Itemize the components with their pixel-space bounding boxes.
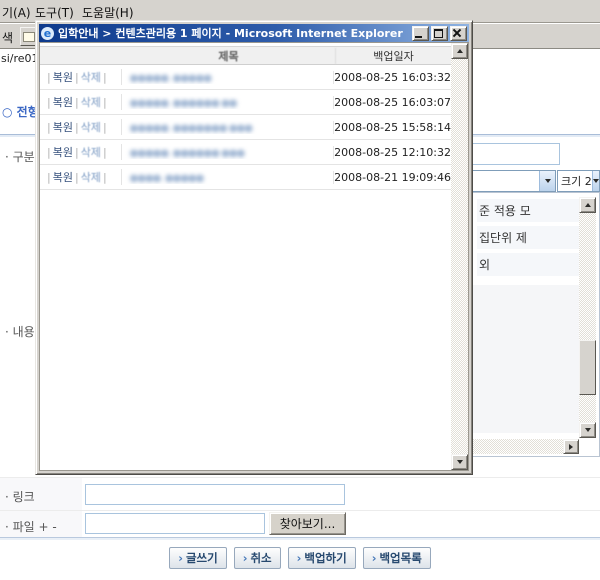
backup-date: 2008-08-25 15:58:14 (334, 121, 451, 134)
browse-button[interactable]: 찾아보기... (269, 512, 346, 535)
table-header-row: 제목 백업일자 (40, 46, 451, 65)
close-button[interactable] (450, 26, 467, 41)
category-label: · 구분: (5, 148, 39, 165)
delete-link[interactable]: 삭제 (81, 96, 101, 109)
menu-item-help[interactable]: 도움말(H) (82, 4, 134, 21)
write-button[interactable]: ›글쓰기 (169, 547, 227, 569)
size-select[interactable]: 크기 2 (557, 170, 600, 192)
scroll-up-icon[interactable] (579, 197, 596, 213)
restore-link[interactable]: 복원 (53, 146, 73, 159)
backup-table: 제목 백업일자 |복원|삭제| ●●●●●. ●●●●● 2008-08-25 … (40, 46, 451, 190)
menu-item-tools[interactable]: 도구(T) (35, 4, 74, 21)
restore-link[interactable]: 복원 (53, 121, 73, 134)
backup-title-redacted[interactable]: ●●●●. ●●●●● (130, 173, 204, 184)
backup-list-button[interactable]: ›백업목록 (363, 547, 431, 569)
link-label: · 링크 (5, 488, 35, 505)
table-row: |복원|삭제| ●●●●●. ●●●●●● ●●● 2008-08-25 12:… (40, 140, 451, 165)
action-button-bar: ›글쓰기 ›취소 ›백업하기 ›백업목록 (0, 547, 600, 569)
file-row: · 파일 + - 찾아보기... (0, 510, 600, 538)
editor-content-band (467, 285, 579, 433)
backup-date: 2008-08-21 19:09:46 (334, 171, 451, 184)
backup-title-redacted[interactable]: ●●●●●. ●●●●●● ●●● (130, 148, 245, 159)
restore-link[interactable]: 복원 (53, 71, 73, 84)
popup-vscrollbar[interactable] (451, 43, 468, 470)
chevron-right-icon: › (372, 551, 377, 565)
link-input[interactable] (85, 484, 345, 505)
backup-title-redacted[interactable]: ●●●●●. ●●●●●● ●● (130, 98, 237, 109)
chevron-right-icon: › (243, 551, 248, 565)
editor-text-line: 외 (477, 253, 579, 276)
scroll-down-icon[interactable] (451, 454, 468, 470)
toolbar-search-label[interactable]: 색 (2, 29, 13, 46)
table-row: |복원|삭제| ●●●●●. ●●●●● 2008-08-25 16:03:32 (40, 65, 451, 90)
chevron-down-icon[interactable] (592, 171, 599, 191)
restore-link[interactable]: 복원 (53, 171, 73, 184)
delete-link[interactable]: 삭제 (81, 71, 101, 84)
table-row: |복원|삭제| ●●●●●. ●●●●●● ●● 2008-08-25 16:0… (40, 90, 451, 115)
restore-link[interactable]: 복원 (53, 96, 73, 109)
popup-title-bar[interactable]: e 입학안내 > 컨텐츠관리용 1 페이지 - Microsoft Intern… (39, 24, 469, 42)
scroll-up-icon[interactable] (451, 43, 468, 59)
backup-date: 2008-08-25 16:03:07 (334, 96, 451, 109)
link-row: · 링크 (0, 477, 600, 511)
chevron-down-icon[interactable] (539, 171, 555, 191)
backup-button[interactable]: ›백업하기 (288, 547, 356, 569)
delete-link[interactable]: 삭제 (81, 121, 101, 134)
date-column-header: 백업일자 (336, 48, 451, 64)
backup-date: 2008-08-25 12:10:32 (334, 146, 451, 159)
popup-window: e 입학안내 > 컨텐츠관리용 1 페이지 - Microsoft Intern… (35, 20, 473, 475)
internet-explorer-icon: e (41, 27, 54, 40)
file-input[interactable] (85, 513, 265, 534)
popup-content: 제목 백업일자 |복원|삭제| ●●●●●. ●●●●● 2008-08-25 … (39, 42, 469, 471)
scroll-down-icon[interactable] (579, 422, 596, 438)
editor-text-line: 집단위 제 (477, 226, 579, 249)
content-label: · 내용 (5, 323, 35, 340)
delete-link[interactable]: 삭제 (81, 146, 101, 159)
editor-vscrollbar[interactable] (579, 197, 596, 438)
menu-item-favorites[interactable]: 기(A) (2, 4, 31, 21)
maximize-button[interactable] (431, 26, 448, 41)
popup-title: 입학안내 > 컨텐츠관리용 1 페이지 - Microsoft Internet… (58, 25, 410, 41)
title-column-header: 제목 (122, 48, 336, 64)
section-heading: ○ 전형 (2, 103, 39, 120)
chevron-right-icon: › (178, 551, 183, 565)
backup-date: 2008-08-25 16:03:32 (334, 71, 451, 84)
table-row: |복원|삭제| ●●●●●. ●●●●●●● ●●● 2008-08-25 15… (40, 115, 451, 140)
divider (0, 537, 600, 540)
backup-title-redacted[interactable]: ●●●●●. ●●●●●●● ●●● (130, 123, 252, 134)
scroll-right-icon[interactable] (563, 439, 579, 454)
table-row: |복원|삭제| ●●●●. ●●●●● 2008-08-21 19:09:46 (40, 165, 451, 190)
file-label: · 파일 + - (5, 518, 57, 535)
minimize-button[interactable] (412, 26, 429, 41)
backup-title-redacted[interactable]: ●●●●●. ●●●●● (130, 73, 212, 84)
delete-link[interactable]: 삭제 (81, 171, 101, 184)
size-select-value: 크기 2 (558, 173, 592, 189)
scrollbar-thumb[interactable] (579, 340, 596, 395)
chevron-right-icon: › (297, 551, 302, 565)
editor-text-line: 준 적용 모 (477, 199, 579, 222)
cancel-button[interactable]: ›취소 (234, 547, 281, 569)
